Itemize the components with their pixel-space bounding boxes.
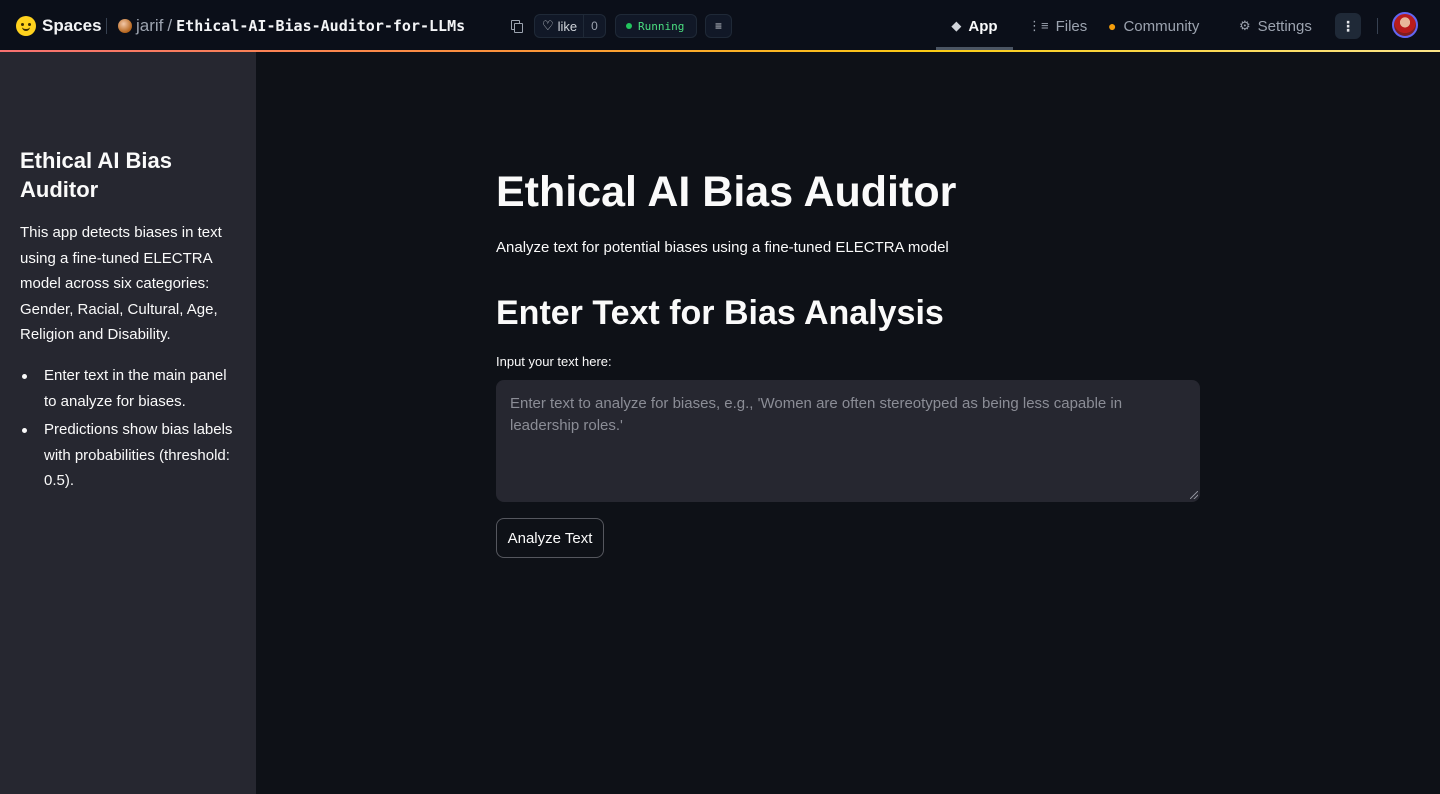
status-dot-icon [626, 23, 632, 29]
sidebar-list: Enter text in the main panel to analyze … [20, 363, 240, 497]
logs-button[interactable]: ≡ [705, 14, 732, 38]
bias-text-input[interactable] [496, 380, 1200, 502]
tab-community-label: Community [1123, 17, 1200, 35]
cube-icon: ◆ [951, 18, 962, 33]
resize-handle-icon[interactable] [1190, 491, 1198, 499]
hugging-face-logo-icon [16, 16, 36, 36]
list-item: Predictions show bias labels with probab… [20, 417, 240, 494]
top-navbar: Spaces jarif / Ethical-AI-Bias-Auditor-f… [0, 0, 1440, 52]
like-count[interactable]: 0 [583, 15, 605, 37]
logs-icon: ≡ [714, 19, 722, 33]
analyze-text-button[interactable]: Analyze Text [496, 518, 604, 558]
navbar-divider-right [1377, 18, 1378, 34]
copy-icon[interactable] [511, 20, 523, 33]
like-button[interactable]: ♡ like 0 [534, 14, 606, 38]
repo-separator: / [167, 16, 173, 35]
user-avatar[interactable] [1392, 12, 1418, 38]
repo-name-link[interactable]: Ethical-AI-Bias-Auditor-for-LLMs [176, 17, 465, 35]
community-icon: ● [1108, 18, 1117, 34]
page-title: Ethical AI Bias Auditor [496, 168, 957, 216]
tab-files[interactable]: ⋮≡ Files [1028, 0, 1087, 52]
tab-settings-label: Settings [1257, 17, 1312, 35]
gear-icon: ⚙ [1239, 18, 1251, 33]
page-subtitle: Analyze text for potential biases using … [496, 239, 949, 256]
tab-app[interactable]: ◆ App [936, 0, 1013, 52]
tab-settings[interactable]: ⚙ Settings [1239, 0, 1312, 52]
tab-community[interactable]: ● Community [1108, 0, 1199, 52]
like-label: like [557, 18, 578, 34]
kebab-icon: ⋮ [1341, 17, 1355, 34]
tab-app-label: App [968, 17, 998, 35]
spaces-link[interactable]: Spaces [16, 14, 102, 38]
status-label: Running [638, 19, 685, 33]
tab-files-label: Files [1055, 17, 1088, 35]
spaces-label: Spaces [42, 16, 102, 35]
section-heading: Enter Text for Bias Analysis [496, 294, 944, 332]
files-icon: ⋮≡ [1028, 18, 1049, 33]
heart-icon: ♡ [542, 18, 554, 33]
navbar-divider [106, 18, 107, 34]
input-label: Input your text here: [496, 354, 612, 369]
sidebar-description: This app detects biases in text using a … [20, 224, 222, 343]
more-options-button[interactable]: ⋮ [1335, 13, 1361, 39]
list-item: Enter text in the main panel to analyze … [20, 363, 240, 414]
sidebar: Ethical AI Bias Auditor This app detects… [0, 52, 256, 794]
repo-breadcrumb: jarif / Ethical-AI-Bias-Auditor-for-LLMs [118, 14, 465, 38]
repo-owner-link[interactable]: jarif [136, 16, 163, 36]
owner-avatar-icon [118, 19, 132, 33]
status-badge[interactable]: Running [615, 14, 697, 38]
sidebar-title: Ethical AI Bias Auditor [20, 148, 173, 202]
